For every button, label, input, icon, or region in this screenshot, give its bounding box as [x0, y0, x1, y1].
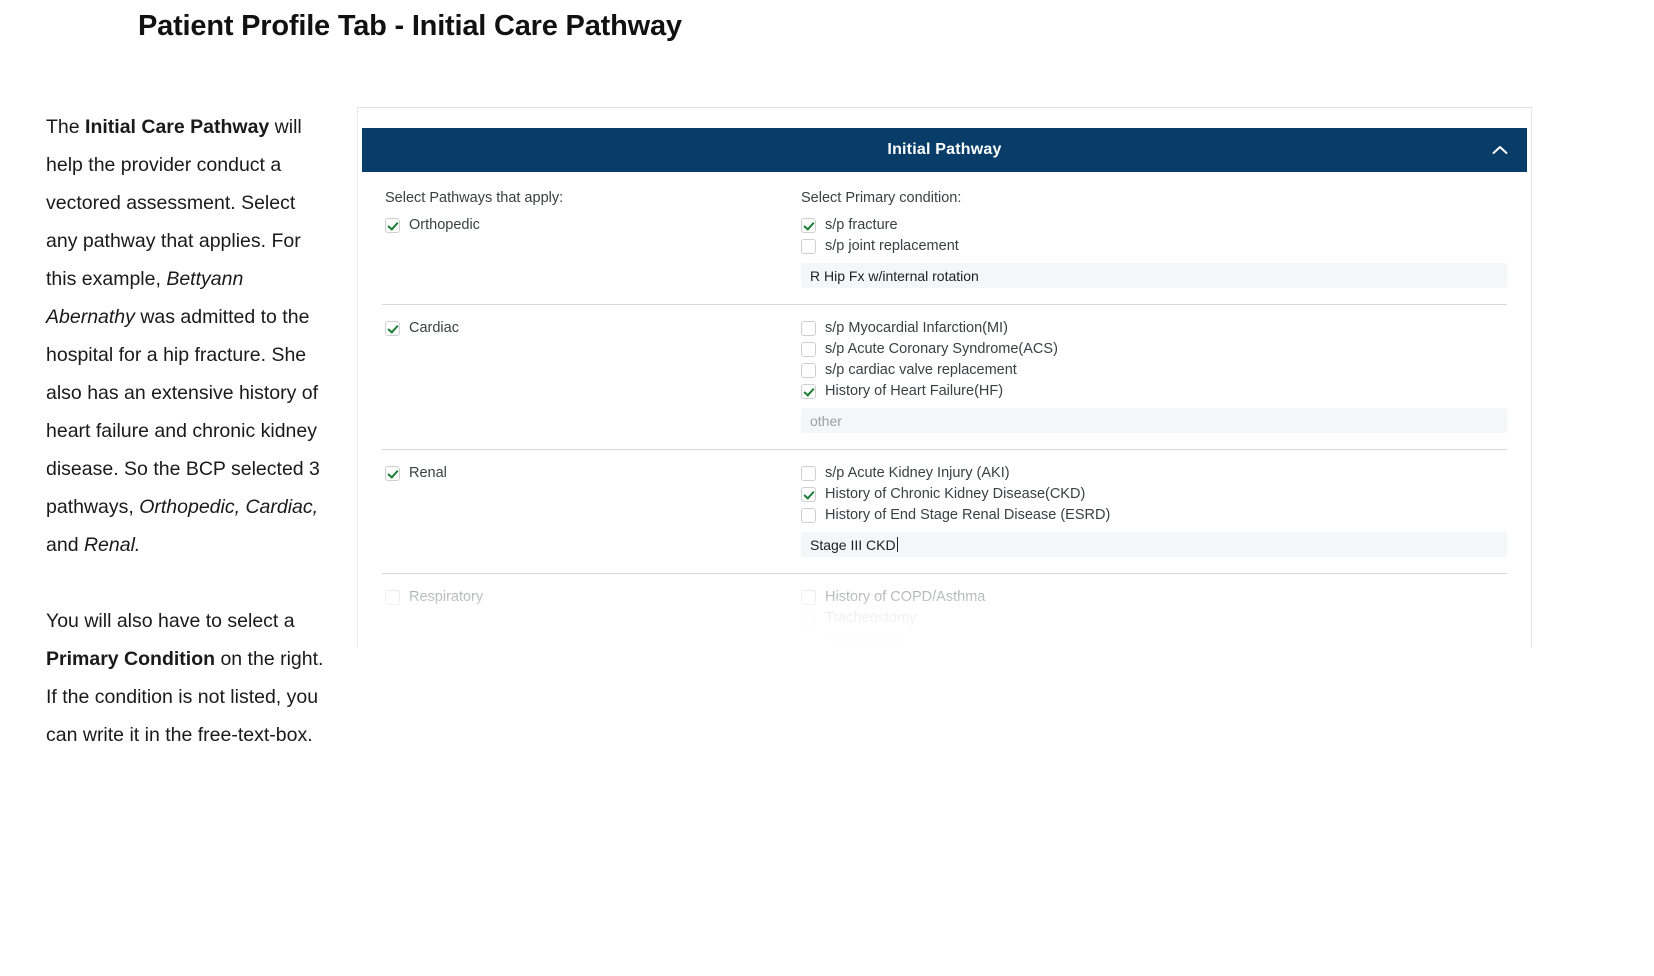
- condition-row-sp-aki[interactable]: s/p Acute Kidney Injury (AKI): [801, 464, 1507, 483]
- explainer-paragraph-1: The Initial Care Pathway will help the p…: [46, 108, 332, 564]
- column-headers: Select Pathways that apply: Select Prima…: [382, 172, 1507, 212]
- condition-checkbox-sp-valve-replacement[interactable]: [801, 363, 816, 378]
- pathway-section-respiratory: Respiratory History of COPD/Asthma Trach…: [382, 573, 1507, 648]
- condition-checkbox-history-esrd[interactable]: [801, 508, 816, 523]
- pathway-section-cardiac: Cardiac s/p Myocardial Infarction(MI) s/…: [382, 304, 1507, 449]
- pathway-selector-orthopedic: Orthopedic: [382, 216, 795, 235]
- condition-label-sp-aki: s/p Acute Kidney Injury (AKI): [825, 465, 1010, 481]
- pathway-checkbox-renal[interactable]: [385, 466, 400, 481]
- explainer-p1-text-4: and: [46, 534, 84, 556]
- explainer-p2-text-1: You will also have to select a: [46, 610, 295, 632]
- condition-checkbox-sp-aki[interactable]: [801, 466, 816, 481]
- chevron-up-icon[interactable]: [1489, 139, 1511, 161]
- pathway-checkbox-row-orthopedic[interactable]: Orthopedic: [385, 216, 795, 235]
- pathway-label-orthopedic: Orthopedic: [409, 217, 480, 233]
- condition-checkbox-tracheostomy[interactable]: [801, 611, 816, 626]
- condition-checkbox-sp-acs[interactable]: [801, 342, 816, 357]
- condition-checkbox-history-copd-asthma[interactable]: [801, 590, 816, 605]
- pathway-section-respiratory-wrapper: Respiratory History of COPD/Asthma Trach…: [382, 573, 1507, 648]
- pathway-checkbox-row-renal[interactable]: Renal: [385, 464, 795, 483]
- condition-row-sp-valve-replacement[interactable]: s/p cardiac valve replacement: [801, 361, 1507, 380]
- explainer-p1-italic-renal: Renal.: [83, 534, 141, 556]
- freetext-placeholder-cardiac: other: [810, 412, 842, 429]
- pathway-section-orthopedic: Orthopedic s/p fracture s/p joint replac…: [382, 212, 1507, 304]
- condition-checkbox-pneumonia[interactable]: [801, 632, 816, 647]
- pathway-label-respiratory: Respiratory: [409, 589, 484, 605]
- condition-checkbox-history-heart-failure[interactable]: [801, 384, 816, 399]
- condition-label-history-heart-failure: History of Heart Failure(HF): [825, 383, 1004, 399]
- text-caret: [896, 537, 898, 552]
- condition-label-sp-acs: s/p Acute Coronary Syndrome(ACS): [825, 341, 1058, 357]
- freetext-value-renal: Stage III CKD: [810, 536, 896, 553]
- pathway-checkbox-row-cardiac[interactable]: Cardiac: [385, 319, 795, 338]
- panel-body: Select Pathways that apply: Select Prima…: [362, 172, 1527, 648]
- condition-list-cardiac: s/p Myocardial Infarction(MI) s/p Acute …: [795, 319, 1507, 433]
- initial-pathway-panel: Initial Pathway Select Pathways that app…: [362, 128, 1527, 648]
- pathway-section-renal: Renal s/p Acute Kidney Injury (AKI) Hist…: [382, 449, 1507, 573]
- app-screenshot-frame: Initial Pathway Select Pathways that app…: [357, 107, 1532, 648]
- condition-label-history-ckd: History of Chronic Kidney Disease(CKD): [825, 486, 1086, 502]
- explainer-p2-bold-primary-condition: Primary Condition: [46, 648, 216, 670]
- condition-label-sp-joint-replacement: s/p joint replacement: [825, 238, 959, 254]
- column-header-primary-condition: Select Primary condition:: [801, 190, 962, 206]
- explainer-p1-bold-initial-care-pathway: Initial Care Pathway: [85, 116, 270, 138]
- pathway-checkbox-cardiac[interactable]: [385, 321, 400, 336]
- page-title: Patient Profile Tab - Initial Care Pathw…: [138, 10, 682, 42]
- condition-row-sp-joint-replacement[interactable]: s/p joint replacement: [801, 237, 1507, 256]
- condition-label-sp-mi: s/p Myocardial Infarction(MI): [825, 320, 1008, 336]
- explainer-p1-text-3: was admitted to the hospital for a hip f…: [46, 306, 320, 518]
- condition-label-tracheostomy: Tracheostomy: [825, 610, 917, 626]
- condition-list-orthopedic: s/p fracture s/p joint replacement R Hip…: [795, 216, 1507, 288]
- condition-row-sp-fracture[interactable]: s/p fracture: [801, 216, 1507, 235]
- condition-row-pneumonia[interactable]: Pneumonia: [801, 630, 1507, 648]
- condition-label-pneumonia: Pneumonia: [825, 631, 899, 647]
- explainer-p1-text-2: will help the provider conduct a vectore…: [46, 116, 302, 290]
- column-header-pathways: Select Pathways that apply:: [385, 190, 564, 206]
- panel-header: Initial Pathway: [362, 128, 1527, 172]
- freetext-value-orthopedic: R Hip Fx w/internal rotation: [810, 267, 979, 284]
- pathway-selector-renal: Renal: [382, 464, 795, 483]
- freetext-input-cardiac[interactable]: other: [801, 408, 1507, 433]
- condition-checkbox-sp-joint-replacement[interactable]: [801, 239, 816, 254]
- explainer-text: The Initial Care Pathway will help the p…: [46, 108, 332, 754]
- condition-label-sp-valve-replacement: s/p cardiac valve replacement: [825, 362, 1017, 378]
- explainer-paragraph-2: You will also have to select a Primary C…: [46, 602, 332, 754]
- pathway-selector-respiratory: Respiratory: [382, 588, 795, 607]
- pathway-checkbox-row-respiratory[interactable]: Respiratory: [385, 588, 795, 607]
- freetext-input-renal[interactable]: Stage III CKD: [801, 532, 1507, 557]
- condition-label-sp-fracture: s/p fracture: [825, 217, 898, 233]
- condition-row-sp-mi[interactable]: s/p Myocardial Infarction(MI): [801, 319, 1507, 338]
- condition-checkbox-history-ckd[interactable]: [801, 487, 816, 502]
- pathway-selector-cardiac: Cardiac: [382, 319, 795, 338]
- pathway-checkbox-orthopedic[interactable]: [385, 218, 400, 233]
- condition-row-history-copd-asthma[interactable]: History of COPD/Asthma: [801, 588, 1507, 607]
- explainer-p1-text-1: The: [46, 116, 86, 138]
- condition-row-history-esrd[interactable]: History of End Stage Renal Disease (ESRD…: [801, 506, 1507, 525]
- condition-list-respiratory: History of COPD/Asthma Tracheostomy Pneu…: [795, 588, 1507, 648]
- freetext-input-orthopedic[interactable]: R Hip Fx w/internal rotation: [801, 263, 1507, 288]
- condition-row-tracheostomy[interactable]: Tracheostomy: [801, 609, 1507, 628]
- pathway-checkbox-respiratory[interactable]: [385, 590, 400, 605]
- condition-list-renal: s/p Acute Kidney Injury (AKI) History of…: [795, 464, 1507, 557]
- pathway-label-cardiac: Cardiac: [409, 320, 459, 336]
- condition-label-history-esrd: History of End Stage Renal Disease (ESRD…: [825, 507, 1111, 523]
- pathway-label-renal: Renal: [409, 465, 447, 481]
- condition-checkbox-sp-fracture[interactable]: [801, 218, 816, 233]
- explainer-p1-italic-pathways: Orthopedic, Cardiac,: [139, 496, 319, 518]
- condition-row-history-ckd[interactable]: History of Chronic Kidney Disease(CKD): [801, 485, 1507, 504]
- condition-row-sp-acs[interactable]: s/p Acute Coronary Syndrome(ACS): [801, 340, 1507, 359]
- condition-label-history-copd-asthma: History of COPD/Asthma: [825, 589, 986, 605]
- condition-row-history-heart-failure[interactable]: History of Heart Failure(HF): [801, 382, 1507, 401]
- condition-checkbox-sp-mi[interactable]: [801, 321, 816, 336]
- panel-title: Initial Pathway: [887, 141, 1002, 158]
